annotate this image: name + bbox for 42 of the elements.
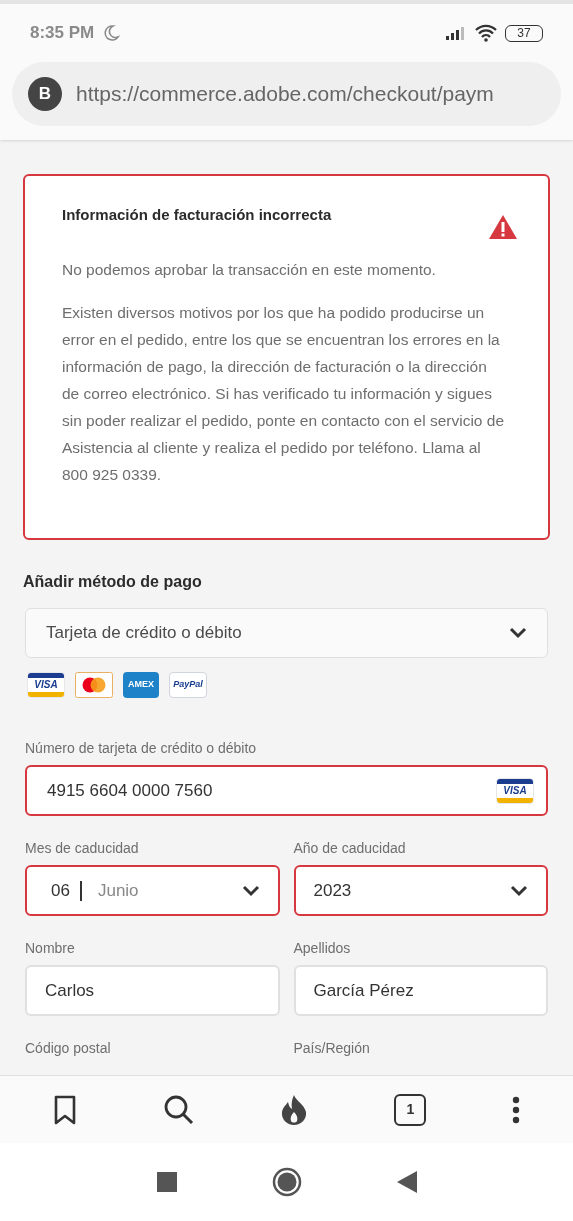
wifi-icon: [475, 24, 497, 42]
amex-logo: AMEX: [123, 672, 159, 698]
visa-logo: VISA: [27, 672, 65, 698]
field-label: Nombre: [25, 939, 76, 958]
chevron-down-icon: [509, 627, 527, 639]
paypal-logo: PayPal: [169, 672, 207, 698]
mastercard-logo: [75, 672, 113, 698]
alert-message: Existen diversos motivos por los que ha podido producirse un error en el pedido, entre los que se encuentran los errores en la información de pago, la dirección de facturación o la dirección de correo electrónico. Si has verificado tu información y sigues sin poder realizar el pedido, ponte en contacto con el servicio de Asistencia al cliente y realiza el pedido por teléfono. Llama al 800 925 0339.: [62, 303, 506, 485]
field-label: País/Región: [293, 1039, 371, 1058]
more-icon[interactable]: [512, 1095, 521, 1124]
moon-icon: [102, 24, 121, 42]
month-dropdown[interactable]: 06 Junio: [25, 865, 280, 916]
flame-icon[interactable]: [280, 1093, 309, 1126]
address-bar[interactable]: B https://commerce.adobe.com/checkout/paym: [12, 62, 561, 126]
url-text: https://commerce.adobe.com/checkout/paym: [76, 81, 494, 108]
tabs-button[interactable]: 1: [394, 1093, 427, 1126]
field-label: Apellidos: [293, 939, 352, 958]
site-avatar: B: [28, 77, 62, 111]
bookmark-icon[interactable]: [52, 1094, 77, 1125]
battery-indicator: 37: [505, 24, 543, 42]
field-label: Año de caducidad: [293, 839, 407, 858]
payment-method-dropdown[interactable]: Tarjeta de crédito o débito: [25, 608, 548, 658]
alert-message: No podemos aprobar la transacción en este momento.: [62, 260, 437, 280]
chevron-down-icon: [510, 884, 528, 897]
field-label: Número de tarjeta de crédito o débito: [25, 739, 258, 758]
alert-title: Información de facturación incorrecta: [62, 205, 332, 225]
text-field[interactable]: Carlos: [25, 965, 280, 1016]
text-field[interactable]: García Pérez: [293, 965, 548, 1016]
square-icon[interactable]: [156, 1172, 177, 1192]
warning-icon: [488, 214, 518, 240]
search-icon[interactable]: [162, 1093, 195, 1126]
year-dropdown[interactable]: 2023: [293, 865, 548, 916]
section-heading: Añadir método de pago: [23, 572, 203, 592]
back-icon[interactable]: [396, 1171, 417, 1193]
signal-icon: [445, 26, 467, 40]
status-time: 8:35 PM: [30, 22, 95, 45]
chevron-down-icon: [241, 884, 260, 897]
card-number-field[interactable]: 4915 6604 0000 7560 VISA: [25, 765, 548, 816]
home-icon[interactable]: [271, 1167, 302, 1197]
visa-logo: VISA: [496, 777, 534, 804]
field-label: Código postal: [25, 1039, 112, 1058]
field-label: Mes de caducidad: [25, 839, 140, 858]
